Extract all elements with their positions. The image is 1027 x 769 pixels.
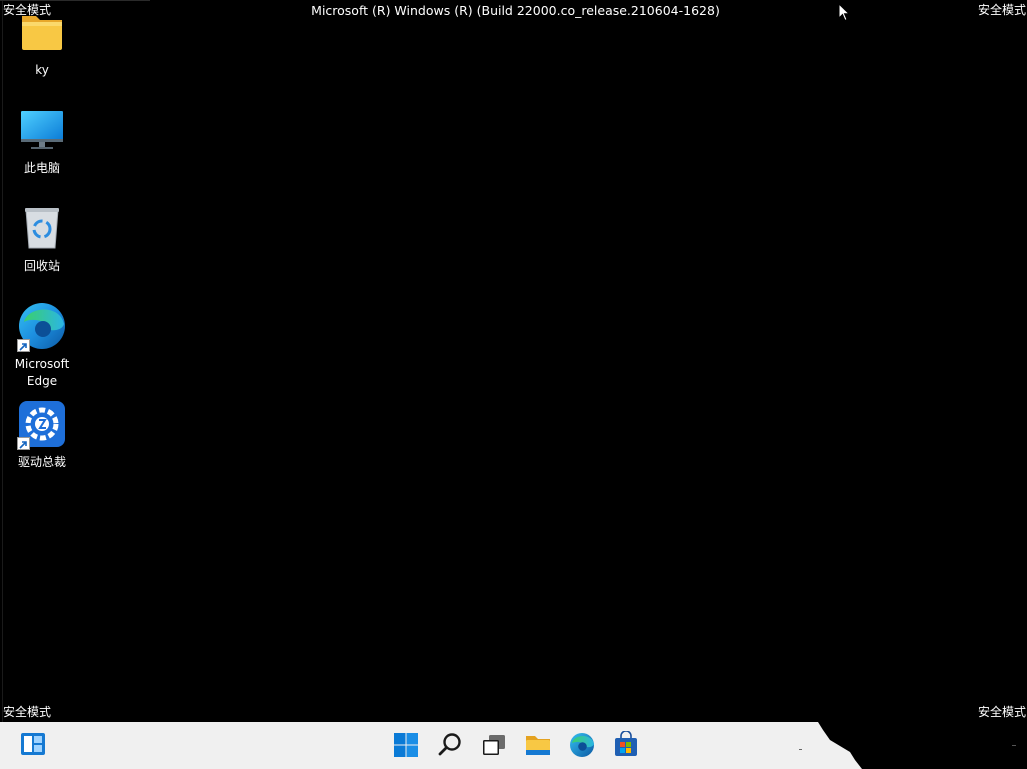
taskbar-store-button[interactable] bbox=[612, 730, 640, 759]
folder-icon bbox=[526, 736, 550, 755]
store-icon bbox=[615, 730, 637, 756]
taskbar-edge-button[interactable] bbox=[568, 731, 596, 759]
desktop-icon-ky[interactable]: ky bbox=[6, 6, 78, 79]
shortcut-arrow-icon bbox=[17, 339, 30, 352]
taskbar-file-explorer-button[interactable] bbox=[524, 731, 552, 759]
desktop-icon-label-line1: Microsoft bbox=[14, 357, 70, 371]
screen-edge-line-top bbox=[0, 0, 150, 1]
mouse-cursor-icon bbox=[838, 2, 851, 26]
taskbar bbox=[0, 722, 1027, 769]
windows-logo-icon bbox=[394, 733, 418, 757]
taskbar-start-button[interactable] bbox=[392, 731, 420, 759]
edge-icon bbox=[570, 733, 594, 757]
taskbar-widgets-button[interactable] bbox=[19, 731, 47, 759]
task-view-icon bbox=[483, 735, 505, 755]
desktop-icon-label: 回收站 bbox=[23, 259, 60, 273]
desktop-icon-label: Microsoft Edge bbox=[6, 356, 78, 390]
folder-icon bbox=[16, 6, 68, 58]
taskbar-render-artifact bbox=[799, 722, 1027, 769]
search-icon bbox=[438, 733, 461, 756]
screen-edge-line bbox=[2, 0, 3, 722]
build-watermark: Microsoft (R) Windows (R) (Build 22000.c… bbox=[311, 3, 720, 18]
desktop-icon-microsoft-edge[interactable]: Microsoft Edge bbox=[6, 300, 78, 390]
widgets-icon bbox=[21, 733, 45, 755]
safe-mode-label-bottom-left: 安全模式 bbox=[3, 705, 52, 719]
desktop-icon-label-line2: Edge bbox=[26, 374, 58, 388]
driver-tool-icon bbox=[16, 398, 68, 450]
desktop-icon-recycle-bin[interactable]: 回收站 bbox=[6, 202, 78, 275]
shortcut-arrow-icon bbox=[17, 437, 30, 450]
desktop[interactable]: 安全模式 安全模式 安全模式 安全模式 Microsoft (R) Window… bbox=[0, 0, 1027, 722]
desktop-icon-driver-tool[interactable]: 驱动总裁 bbox=[6, 398, 78, 471]
desktop-icon-label: 此电脑 bbox=[23, 161, 60, 175]
edge-icon bbox=[16, 300, 68, 352]
desktop-icon-label: 驱动总裁 bbox=[17, 455, 66, 469]
taskbar-task-view-button[interactable] bbox=[480, 731, 508, 759]
taskbar-search-button[interactable] bbox=[436, 731, 464, 759]
desktop-icon-label: ky bbox=[35, 63, 49, 77]
monitor-icon bbox=[16, 104, 68, 156]
recycle-bin-icon bbox=[16, 202, 68, 254]
desktop-icon-this-pc[interactable]: 此电脑 bbox=[6, 104, 78, 177]
safe-mode-label-bottom-right: 安全模式 bbox=[977, 705, 1026, 719]
